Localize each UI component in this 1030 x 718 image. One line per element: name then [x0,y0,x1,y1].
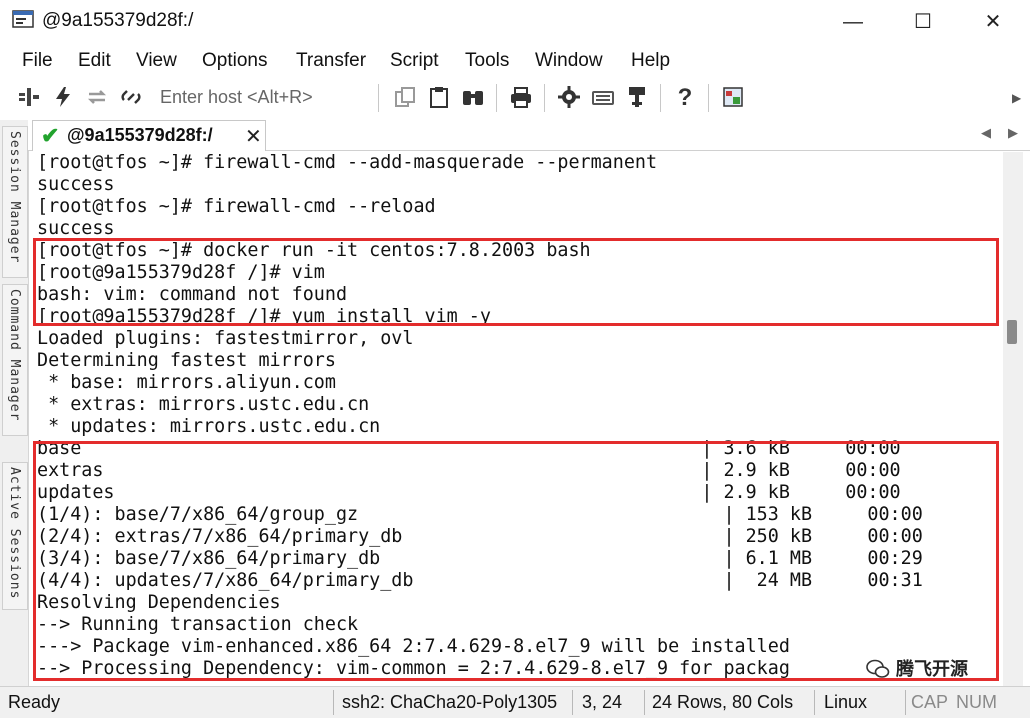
toolbar-separator [660,84,661,112]
disconnect-icon[interactable] [118,85,144,111]
tab-close-icon[interactable]: ✕ [245,124,262,149]
active-sessions-tab[interactable]: Active Sessions [2,462,28,610]
menu-script[interactable]: Script [390,50,439,72]
status-ready: Ready [8,692,61,712]
status-terminal-size: 24 Rows, 80 Cols [652,692,794,712]
status-num-lock: NUM [956,692,997,712]
print-icon[interactable] [508,85,534,111]
session-tab-label: @9a155379d28f:/ [67,125,213,145]
terminal-line: * base: mirrors.aliyun.com [37,372,336,393]
terminal-line: * extras: mirrors.ustc.edu.cn [37,394,370,415]
status-caps-lock: CAP [911,692,949,712]
menu-file[interactable]: File [22,50,53,72]
keymap-icon[interactable] [590,85,616,111]
active-sessions-label: Active Sessions [7,467,22,600]
copy-icon[interactable] [392,85,418,111]
status-separator [644,690,645,715]
status-separator [905,690,906,715]
terminal-line: Loaded plugins: fastestmirror, ovl [37,328,414,349]
reconnect-icon[interactable] [84,85,110,111]
enter-host-input[interactable]: Enter host <Alt+R> [160,87,313,108]
status-separator [572,690,573,715]
command-manager-tab[interactable]: Command Manager [2,284,28,436]
connect-icon[interactable] [16,85,42,111]
status-separator [333,690,334,715]
menu-window[interactable]: Window [535,50,603,72]
minimize-button[interactable]: — [828,6,878,38]
lightning-icon[interactable] [50,85,76,111]
status-cursor-position: 3, 24 [582,692,623,712]
terminal-line: [root@tfos ~]# firewall-cmd --reload [37,196,436,217]
toolbar-separator [544,84,545,112]
settings-icon[interactable] [556,85,582,111]
close-window-button[interactable]: ✕ [968,6,1018,38]
help-icon[interactable]: ? [672,85,698,111]
menu-options[interactable]: Options [202,50,267,72]
command-manager-label: Command Manager [7,289,22,422]
menu-edit[interactable]: Edit [78,50,111,72]
highlight-box-yum-output [33,441,999,681]
highlight-box-docker-run [33,238,999,326]
paste-icon[interactable] [426,85,452,111]
session-tab-strip: ✔ @9a155379d28f:/ ✕ ◀ ▶ [28,120,1030,151]
menu-view[interactable]: View [136,50,177,72]
watermark-text: 腾飞开源 [896,659,968,679]
terminal-scrollbar[interactable] [1003,152,1023,686]
menu-bar: File Edit View Options Transfer Script T… [0,44,1030,78]
connected-check-icon: ✔ [41,123,60,148]
status-separator [814,690,815,715]
terminal-line: * updates: mirrors.ustc.edu.cn [37,416,381,437]
status-os: Linux [824,692,868,712]
toolbar-separator [708,84,709,112]
menu-tools[interactable]: Tools [465,50,509,72]
screen-icon[interactable] [720,85,746,111]
sftp-icon[interactable] [624,85,650,111]
wechat-icon [866,659,890,678]
session-manager-label: Session Manager [7,131,22,264]
toolbar-separator [496,84,497,112]
session-tab[interactable]: ✔ @9a155379d28f:/ ✕ [32,120,266,151]
toolbar-separator [378,84,379,112]
find-icon[interactable] [460,85,486,111]
status-bar: Ready ssh2: ChaCha20-Poly1305 3, 24 24 R… [0,686,1030,718]
terminal-line: Determining fastest mirrors [37,350,336,371]
window-title: @9a155379d28f:/ [42,10,194,31]
scrollbar-thumb[interactable] [1007,320,1017,344]
toolbar: Enter host <Alt+R> ? ▶ [0,78,1030,118]
maximize-button[interactable]: ☐ [898,6,948,38]
tab-scroll-right-icon[interactable]: ▶ [1008,125,1018,141]
session-manager-tab[interactable]: Session Manager [2,126,28,278]
toolbar-scroll-arrow[interactable]: ▶ [1012,86,1026,110]
menu-help[interactable]: Help [631,50,670,72]
status-cipher: ssh2: ChaCha20-Poly1305 [342,692,558,712]
terminal-line: success [37,174,115,195]
securecrt-app-icon [12,10,34,28]
left-sidebar: Session Manager Command Manager Active S… [0,120,29,686]
terminal-line: [root@tfos ~]# firewall-cmd --add-masque… [37,152,658,173]
watermark: 腾飞开源 [866,655,1026,685]
menu-transfer[interactable]: Transfer [296,50,366,72]
terminal-view[interactable]: [root@tfos ~]# firewall-cmd --add-masque… [30,152,1003,686]
terminal-line: success [37,218,115,239]
tab-scroll-left-icon[interactable]: ◀ [981,125,991,141]
title-bar: @9a155379d28f:/ — ☐ ✕ [0,0,1030,44]
